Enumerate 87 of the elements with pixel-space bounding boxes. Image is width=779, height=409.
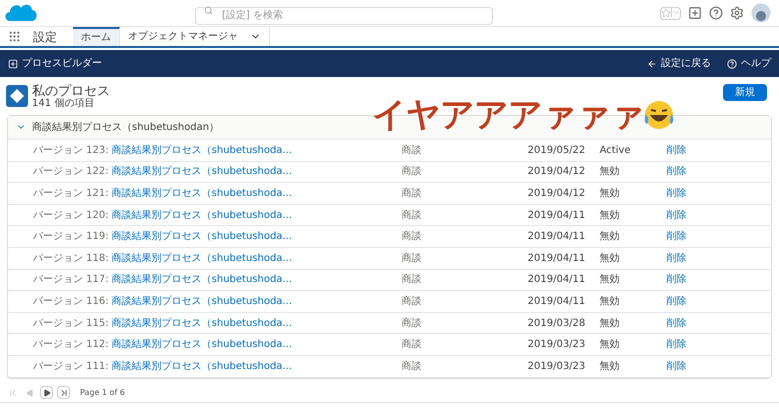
- version-label: バージョン 119:: [33, 230, 109, 244]
- delete-link[interactable]: 削除: [666, 294, 687, 309]
- date-cell-text: 2019/04/11: [528, 252, 586, 266]
- object-cell-text: 商談: [402, 252, 423, 266]
- back-link[interactable]: 設定に戻る: [661, 56, 711, 71]
- date-cell-text: 2019/04/12: [528, 186, 586, 201]
- page-label: Page 1 of 6: [80, 386, 125, 399]
- delete-link[interactable]: 削除: [666, 272, 687, 288]
- avatar-icon[interactable]: [751, 3, 771, 23]
- process-icon: [6, 85, 28, 107]
- date-cell-text: 2019/03/23: [528, 338, 586, 352]
- search-icon: [204, 6, 213, 14]
- settings-icon[interactable]: [730, 6, 744, 20]
- builder-title: プロセスビルダー: [22, 56, 102, 71]
- object-cell-text: 商談: [402, 294, 423, 309]
- date-cell-text: 2019/04/11: [528, 208, 586, 223]
- status-cell-text: Active: [600, 144, 632, 158]
- date-cell-text: 2019/04/11: [528, 230, 586, 244]
- process-link[interactable]: 商談結果別プロセス（shubetushoda...: [112, 316, 402, 331]
- date-cell-text: 2019/04/11: [528, 273, 586, 288]
- process-link[interactable]: 商談結果別プロセス（shubetushoda...: [112, 142, 402, 158]
- date-cell-text: 2019/03/23: [528, 360, 586, 374]
- object-cell-text: 商談: [402, 208, 423, 223]
- help-link[interactable]: ヘルプ: [741, 56, 771, 71]
- version-label: バージョン 120:: [33, 208, 109, 223]
- next-icon[interactable]: [42, 388, 50, 397]
- nav-tab[interactable]: ホーム: [73, 27, 120, 46]
- date-cell-text: 2019/05/22: [528, 144, 586, 158]
- delete-link[interactable]: 削除: [666, 337, 687, 352]
- status-cell-text: 無効: [600, 186, 621, 201]
- process-link[interactable]: 商談結果別プロセス（shubetushoda...: [112, 229, 402, 244]
- process-link[interactable]: 商談結果別プロセス（shubetushoda...: [112, 272, 402, 288]
- status-cell-text: 無効: [600, 208, 621, 223]
- object-cell-text: 商談: [402, 360, 423, 374]
- page-title: 私のプロセス: [32, 85, 110, 98]
- object-cell-text: 商談: [402, 316, 423, 331]
- process-link[interactable]: 商談結果別プロセス（shubetushoda...: [112, 337, 402, 352]
- new-button[interactable]: 新規: [723, 84, 767, 101]
- add-icon[interactable]: [688, 6, 702, 20]
- version-label: バージョン 112:: [33, 338, 109, 352]
- delete-link[interactable]: 削除: [666, 358, 687, 374]
- version-label: バージョン 121:: [33, 186, 109, 201]
- date-cell-text: 2019/04/12: [528, 165, 586, 180]
- process-builder-icon: [8, 58, 18, 68]
- delete-link[interactable]: 削除: [666, 208, 687, 223]
- status-cell-text: 無効: [600, 252, 621, 266]
- version-label: バージョン 111:: [33, 360, 109, 374]
- date-cell-text: 2019/04/11: [528, 294, 586, 309]
- status-cell-text: 無効: [600, 316, 621, 331]
- version-label: バージョン 123:: [33, 144, 109, 158]
- status-cell-text: 無効: [600, 338, 621, 352]
- object-cell-text: 商談: [402, 186, 423, 201]
- status-cell-text: 無効: [600, 164, 621, 180]
- status-cell-text: 無効: [600, 230, 621, 244]
- back-arrow-icon[interactable]: [647, 58, 657, 68]
- version-label: バージョン 116:: [33, 294, 109, 309]
- delete-link[interactable]: 削除: [666, 316, 687, 331]
- process-link[interactable]: 商談結果別プロセス（shubetushoda...: [112, 164, 402, 180]
- version-label: バージョン 117:: [33, 273, 109, 288]
- app-title: 設定: [33, 28, 57, 46]
- object-cell-text: 商談: [402, 230, 423, 244]
- search-field[interactable]: [設定] を検索: [195, 6, 493, 24]
- version-label: バージョン 118:: [33, 252, 109, 266]
- status-cell-text: 無効: [600, 294, 621, 309]
- object-cell-text: 商談: [402, 144, 423, 158]
- status-cell-text: 無効: [600, 272, 621, 288]
- object-cell-text: 商談: [402, 338, 423, 352]
- object-cell-text: 商談: [402, 164, 423, 180]
- item-count: 141 個の項目: [32, 99, 96, 109]
- delete-link[interactable]: 削除: [666, 229, 687, 244]
- date-cell-text: 2019/03/28: [528, 316, 586, 331]
- version-label: バージョン 122:: [33, 165, 109, 180]
- delete-link[interactable]: 削除: [666, 186, 687, 201]
- version-label: バージョン 115:: [33, 316, 109, 331]
- status-cell-text: 無効: [600, 360, 621, 374]
- star-icon[interactable]: [661, 8, 671, 18]
- process-link[interactable]: 商談結果別プロセス（shubetushoda...: [112, 186, 402, 201]
- process-link[interactable]: 商談結果別プロセス（shubetushoda...: [112, 250, 402, 266]
- process-link[interactable]: 商談結果別プロセス（shubetushoda...: [112, 208, 402, 223]
- process-link[interactable]: 商談結果別プロセス（shubetushoda...: [112, 294, 402, 309]
- delete-link[interactable]: 削除: [666, 164, 687, 180]
- pager-button[interactable]: [40, 386, 53, 400]
- app-launcher-icon[interactable]: [8, 30, 21, 43]
- delete-link[interactable]: 削除: [666, 142, 687, 158]
- delete-link[interactable]: 削除: [666, 250, 687, 266]
- process-link[interactable]: 商談結果別プロセス（shubetushoda...: [112, 358, 402, 374]
- object-cell-text: 商談: [402, 272, 423, 288]
